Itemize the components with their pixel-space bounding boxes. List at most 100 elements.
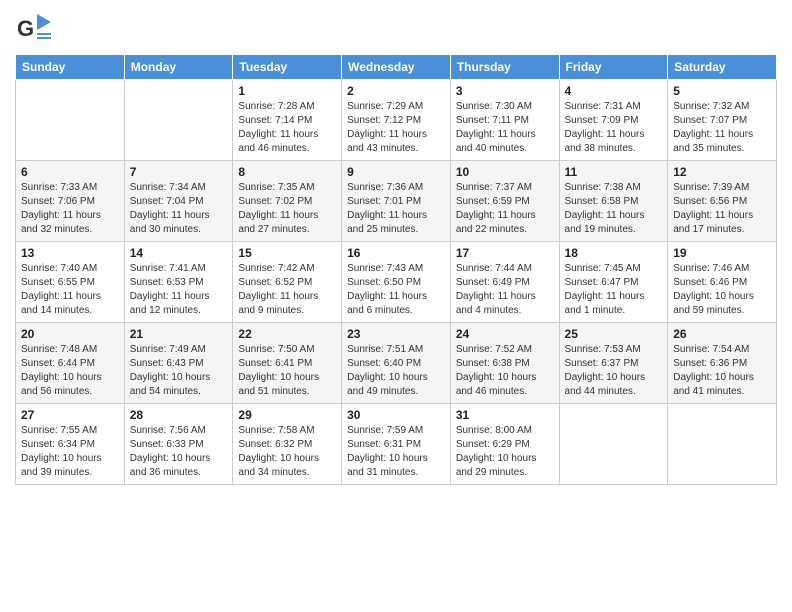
calendar-cell: 26 Sunrise: 7:54 AM Sunset: 6:36 PM Dayli… (668, 323, 777, 404)
weekday-header-saturday: Saturday (668, 55, 777, 80)
calendar-cell (559, 404, 668, 485)
day-number: 23 (347, 327, 445, 341)
day-number: 6 (21, 165, 119, 179)
page: G SundayMondayTuesdayWednesdayThurs (0, 0, 792, 612)
day-info: Sunrise: 7:42 AM Sunset: 6:52 PM Dayligh… (238, 262, 336, 318)
calendar-cell (668, 404, 777, 485)
day-number: 31 (456, 408, 554, 422)
logo-icon: G (15, 10, 51, 46)
calendar-cell: 21 Sunrise: 7:49 AM Sunset: 6:43 PM Dayli… (124, 323, 233, 404)
calendar-week-row: 13 Sunrise: 7:40 AM Sunset: 6:55 PM Dayli… (16, 242, 777, 323)
day-number: 20 (21, 327, 119, 341)
calendar-week-row: 20 Sunrise: 7:48 AM Sunset: 6:44 PM Dayli… (16, 323, 777, 404)
calendar-cell: 3Sunrise: 7:30 AM Sunset: 7:11 PM Daylig… (450, 80, 559, 161)
day-number: 24 (456, 327, 554, 341)
day-info: Sunrise: 7:38 AM Sunset: 6:58 PM Dayligh… (565, 181, 663, 237)
day-info: Sunrise: 7:54 AM Sunset: 6:36 PM Dayligh… (673, 343, 771, 399)
day-number: 5 (673, 84, 771, 98)
day-info: Sunrise: 7:43 AM Sunset: 6:50 PM Dayligh… (347, 262, 445, 318)
calendar-cell: 5 Sunrise: 7:32 AM Sunset: 7:07 PM Daylig… (668, 80, 777, 161)
day-number: 12 (673, 165, 771, 179)
calendar-cell: 24Sunrise: 7:52 AM Sunset: 6:38 PM Dayli… (450, 323, 559, 404)
calendar-cell: 18Sunrise: 7:45 AM Sunset: 6:47 PM Dayli… (559, 242, 668, 323)
day-number: 2 (347, 84, 445, 98)
day-info: Sunrise: 7:46 AM Sunset: 6:46 PM Dayligh… (673, 262, 771, 318)
calendar-cell: 30 Sunrise: 7:59 AM Sunset: 6:31 PM Dayli… (342, 404, 451, 485)
day-number: 29 (238, 408, 336, 422)
day-info: Sunrise: 7:56 AM Sunset: 6:33 PM Dayligh… (130, 424, 228, 480)
day-info: Sunrise: 7:48 AM Sunset: 6:44 PM Dayligh… (21, 343, 119, 399)
day-number: 1 (238, 84, 336, 98)
day-number: 13 (21, 246, 119, 260)
header: G (15, 10, 777, 46)
calendar-cell: 28 Sunrise: 7:56 AM Sunset: 6:33 PM Dayli… (124, 404, 233, 485)
day-info: Sunrise: 8:00 AM Sunset: 6:29 PM Dayligh… (456, 424, 554, 480)
day-number: 11 (565, 165, 663, 179)
day-number: 15 (238, 246, 336, 260)
calendar-cell: 25 Sunrise: 7:53 AM Sunset: 6:37 PM Dayli… (559, 323, 668, 404)
day-number: 26 (673, 327, 771, 341)
calendar-cell: 31 Sunrise: 8:00 AM Sunset: 6:29 PM Dayli… (450, 404, 559, 485)
day-info: Sunrise: 7:55 AM Sunset: 6:34 PM Dayligh… (21, 424, 119, 480)
day-info: Sunrise: 7:44 AM Sunset: 6:49 PM Dayligh… (456, 262, 554, 318)
calendar-cell: 6 Sunrise: 7:33 AM Sunset: 7:06 PM Daylig… (16, 161, 125, 242)
day-info: Sunrise: 7:28 AM Sunset: 7:14 PM Dayligh… (238, 100, 336, 156)
day-number: 21 (130, 327, 228, 341)
calendar-cell: 17 Sunrise: 7:44 AM Sunset: 6:49 PM Dayli… (450, 242, 559, 323)
calendar-week-row: 27 Sunrise: 7:55 AM Sunset: 6:34 PM Dayli… (16, 404, 777, 485)
weekday-header-tuesday: Tuesday (233, 55, 342, 80)
day-info: Sunrise: 7:50 AM Sunset: 6:41 PM Dayligh… (238, 343, 336, 399)
day-number: 30 (347, 408, 445, 422)
day-info: Sunrise: 7:59 AM Sunset: 6:31 PM Dayligh… (347, 424, 445, 480)
weekday-header-friday: Friday (559, 55, 668, 80)
calendar-cell: 14Sunrise: 7:41 AM Sunset: 6:53 PM Dayli… (124, 242, 233, 323)
calendar-cell: 10Sunrise: 7:37 AM Sunset: 6:59 PM Dayli… (450, 161, 559, 242)
day-info: Sunrise: 7:49 AM Sunset: 6:43 PM Dayligh… (130, 343, 228, 399)
day-info: Sunrise: 7:58 AM Sunset: 6:32 PM Dayligh… (238, 424, 336, 480)
day-number: 8 (238, 165, 336, 179)
calendar-cell (16, 80, 125, 161)
day-info: Sunrise: 7:33 AM Sunset: 7:06 PM Dayligh… (21, 181, 119, 237)
day-number: 14 (130, 246, 228, 260)
calendar-cell: 12 Sunrise: 7:39 AM Sunset: 6:56 PM Dayli… (668, 161, 777, 242)
calendar-cell: 1 Sunrise: 7:28 AM Sunset: 7:14 PM Daylig… (233, 80, 342, 161)
weekday-header-monday: Monday (124, 55, 233, 80)
day-info: Sunrise: 7:35 AM Sunset: 7:02 PM Dayligh… (238, 181, 336, 237)
day-number: 4 (565, 84, 663, 98)
calendar-week-row: 6 Sunrise: 7:33 AM Sunset: 7:06 PM Daylig… (16, 161, 777, 242)
day-number: 17 (456, 246, 554, 260)
calendar-cell: 7 Sunrise: 7:34 AM Sunset: 7:04 PM Daylig… (124, 161, 233, 242)
calendar-week-row: 1 Sunrise: 7:28 AM Sunset: 7:14 PM Daylig… (16, 80, 777, 161)
calendar-cell: 15 Sunrise: 7:42 AM Sunset: 6:52 PM Dayli… (233, 242, 342, 323)
day-info: Sunrise: 7:40 AM Sunset: 6:55 PM Dayligh… (21, 262, 119, 318)
day-number: 22 (238, 327, 336, 341)
day-number: 16 (347, 246, 445, 260)
logo: G (15, 10, 53, 46)
calendar-cell: 27 Sunrise: 7:55 AM Sunset: 6:34 PM Dayli… (16, 404, 125, 485)
calendar-cell: 13 Sunrise: 7:40 AM Sunset: 6:55 PM Dayli… (16, 242, 125, 323)
day-number: 7 (130, 165, 228, 179)
calendar-cell: 8 Sunrise: 7:35 AM Sunset: 7:02 PM Daylig… (233, 161, 342, 242)
calendar-cell: 11 Sunrise: 7:38 AM Sunset: 6:58 PM Dayli… (559, 161, 668, 242)
calendar-cell: 23Sunrise: 7:51 AM Sunset: 6:40 PM Dayli… (342, 323, 451, 404)
calendar-header-row: SundayMondayTuesdayWednesdayThursdayFrid… (16, 55, 777, 80)
day-info: Sunrise: 7:32 AM Sunset: 7:07 PM Dayligh… (673, 100, 771, 156)
calendar-cell: 22 Sunrise: 7:50 AM Sunset: 6:41 PM Dayli… (233, 323, 342, 404)
weekday-header-sunday: Sunday (16, 55, 125, 80)
calendar-cell: 2 Sunrise: 7:29 AM Sunset: 7:12 PM Daylig… (342, 80, 451, 161)
day-number: 27 (21, 408, 119, 422)
day-info: Sunrise: 7:39 AM Sunset: 6:56 PM Dayligh… (673, 181, 771, 237)
day-number: 18 (565, 246, 663, 260)
day-number: 3 (456, 84, 554, 98)
day-number: 25 (565, 327, 663, 341)
day-info: Sunrise: 7:34 AM Sunset: 7:04 PM Dayligh… (130, 181, 228, 237)
day-info: Sunrise: 7:31 AM Sunset: 7:09 PM Dayligh… (565, 100, 663, 156)
svg-text:G: G (17, 16, 34, 41)
day-info: Sunrise: 7:53 AM Sunset: 6:37 PM Dayligh… (565, 343, 663, 399)
calendar-cell: 20 Sunrise: 7:48 AM Sunset: 6:44 PM Dayli… (16, 323, 125, 404)
calendar-table: SundayMondayTuesdayWednesdayThursdayFrid… (15, 54, 777, 485)
calendar-cell (124, 80, 233, 161)
day-number: 28 (130, 408, 228, 422)
calendar-cell: 16 Sunrise: 7:43 AM Sunset: 6:50 PM Dayli… (342, 242, 451, 323)
day-info: Sunrise: 7:29 AM Sunset: 7:12 PM Dayligh… (347, 100, 445, 156)
